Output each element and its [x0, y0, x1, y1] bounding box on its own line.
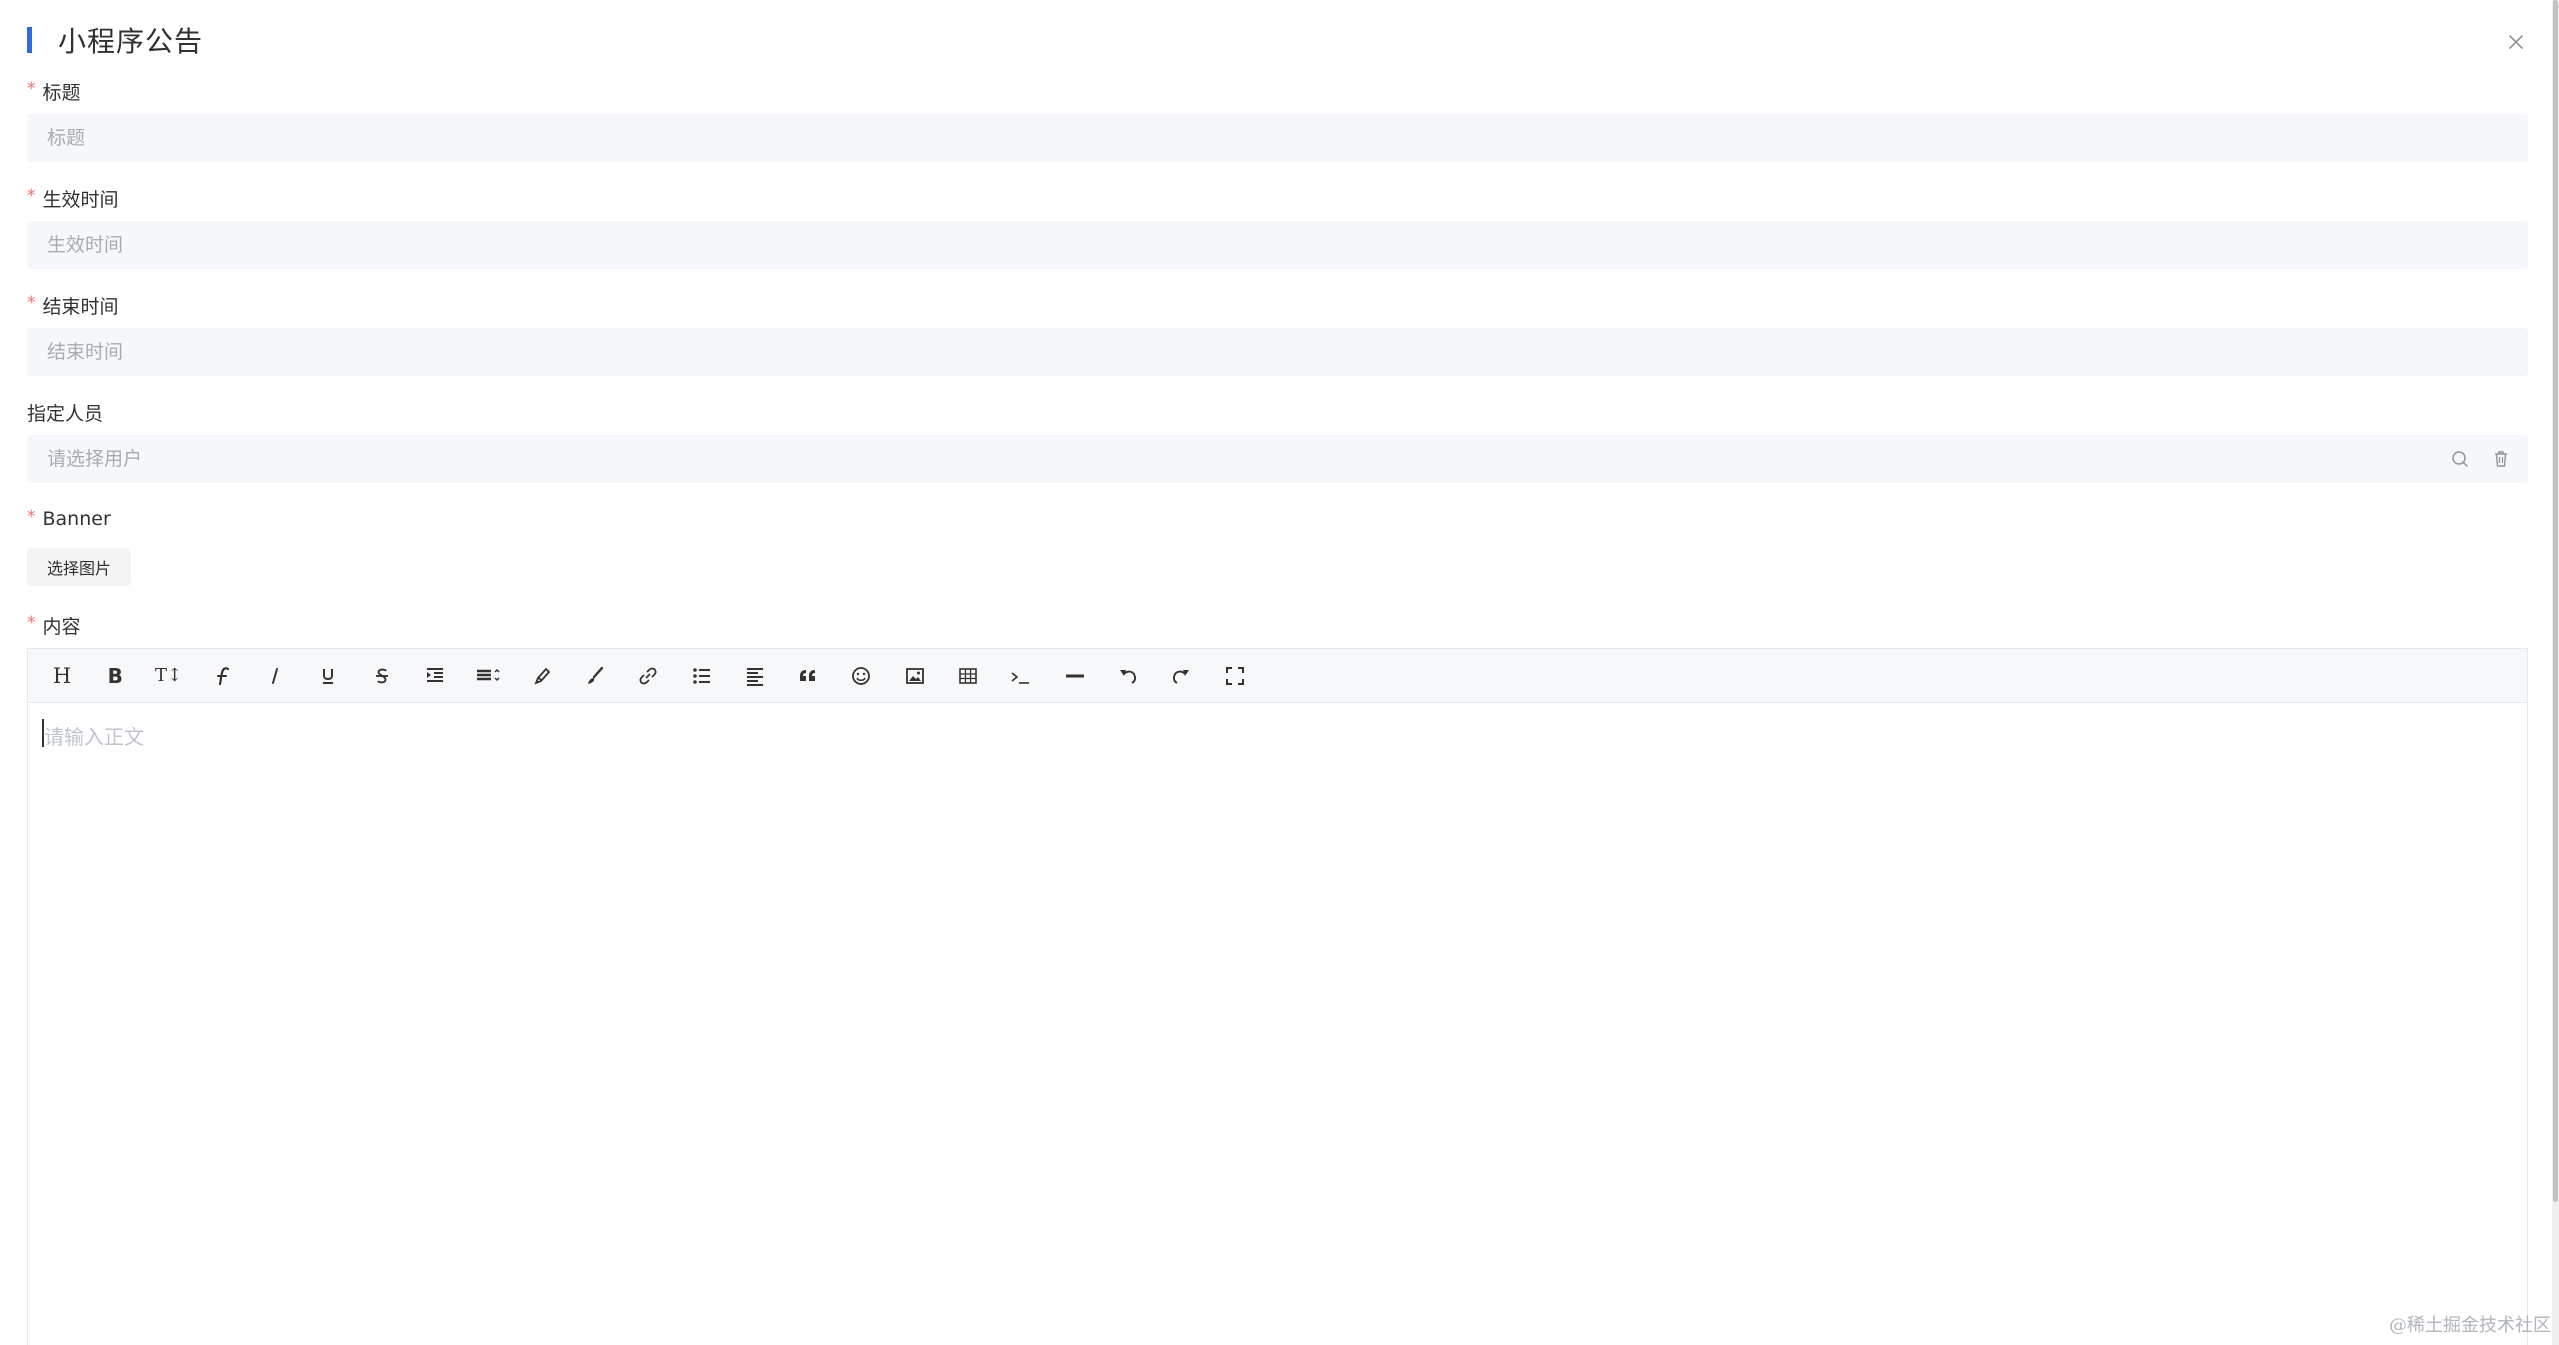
- editor-toolbar: H B T↕: [28, 649, 2527, 703]
- list-icon: [692, 667, 710, 684]
- required-mark: *: [27, 293, 36, 313]
- vertical-scrollbar[interactable]: [2552, 0, 2559, 1345]
- required-mark: *: [27, 79, 36, 99]
- toolbar-strikethrough-button[interactable]: [369, 663, 395, 689]
- dialog-title: 小程序公告: [58, 25, 204, 58]
- form-label-assignee: 指定人员: [27, 397, 2528, 427]
- scrollbar-thumb[interactable]: [2553, 0, 2558, 1202]
- title-input[interactable]: [27, 114, 2528, 162]
- assignee-input[interactable]: [27, 435, 2528, 483]
- underline-icon: [323, 668, 334, 684]
- bold-icon: B: [107, 663, 123, 688]
- divider-icon: [1065, 674, 1084, 677]
- toolbar-font-size-button[interactable]: T↕: [155, 663, 183, 689]
- toolbar-font-family-button[interactable]: [209, 663, 235, 689]
- end-time-input[interactable]: [27, 328, 2528, 376]
- trash-icon: [2495, 451, 2507, 467]
- required-mark: *: [27, 613, 36, 633]
- toolbar-text-color-button[interactable]: [529, 663, 555, 689]
- quote-icon: [800, 669, 816, 681]
- toolbar-fullscreen-button[interactable]: [1222, 663, 1248, 689]
- form-item-banner: * Banner 选择图片: [27, 504, 2528, 586]
- watermark: @稀土掘金技术社区: [2389, 1315, 2551, 1336]
- label-text: 指定人员: [27, 402, 104, 425]
- toolbar-image-button[interactable]: [902, 663, 928, 689]
- label-text: Banner: [42, 508, 111, 530]
- clear-button[interactable]: [2489, 447, 2513, 471]
- toolbar-table-button[interactable]: [955, 663, 981, 689]
- label-text: 标题: [42, 81, 81, 104]
- label-text: 生效时间: [42, 188, 119, 211]
- background-color-icon: [587, 666, 604, 684]
- start-time-input[interactable]: [27, 221, 2528, 269]
- toolbar-italic-button[interactable]: [262, 663, 288, 689]
- toolbar-emoticon-button[interactable]: [848, 663, 874, 689]
- announcement-dialog: 小程序公告 * 标题 * 生效时间 * 结束时间 指定人员: [0, 0, 2552, 1345]
- toolbar-background-color-button[interactable]: [582, 663, 608, 689]
- toolbar-redo-button[interactable]: [1168, 663, 1194, 689]
- dialog-header: 小程序公告: [27, 18, 203, 62]
- code-icon: [1011, 671, 1030, 684]
- close-button[interactable]: [2502, 28, 2530, 56]
- form-label-title: * 标题: [27, 76, 2528, 106]
- table-icon: [959, 667, 977, 684]
- required-mark: *: [27, 186, 36, 206]
- form-item-content: * 内容: [27, 610, 2528, 640]
- toolbar-justify-button[interactable]: [742, 663, 768, 689]
- toolbar-divider-button[interactable]: [1062, 663, 1088, 689]
- image-icon: [905, 667, 924, 684]
- font-family-icon: [216, 666, 229, 685]
- form-item-start-time: * 生效时间: [27, 183, 2528, 269]
- required-mark: *: [27, 507, 36, 527]
- rich-text-editor: H B T↕ 请输入正文: [27, 648, 2528, 1345]
- search-icon: [2452, 451, 2468, 467]
- undo-icon: [1119, 669, 1136, 684]
- select-image-button[interactable]: 选择图片: [27, 548, 131, 586]
- font-size-icon: T↕: [155, 665, 183, 686]
- fullscreen-icon: [1225, 666, 1244, 685]
- emoticon-icon: [852, 666, 871, 685]
- assignee-select: [27, 435, 2528, 483]
- label-text: 结束时间: [42, 295, 119, 318]
- text-color-icon: [534, 667, 550, 685]
- justify-icon: [746, 667, 763, 686]
- form-label-banner: * Banner: [27, 504, 2528, 534]
- italic-icon: [272, 667, 279, 684]
- form-label-end-time: * 结束时间: [27, 290, 2528, 320]
- redo-icon: [1173, 669, 1190, 684]
- line-height-icon: [477, 668, 500, 681]
- toolbar-link-button[interactable]: [635, 663, 661, 689]
- indent-icon: [427, 667, 444, 682]
- toolbar-quote-button[interactable]: [795, 663, 821, 689]
- toolbar-code-button[interactable]: [1008, 663, 1034, 689]
- search-button[interactable]: [2448, 447, 2472, 471]
- link-icon: [639, 667, 657, 684]
- toolbar-line-height-button[interactable]: [475, 663, 501, 689]
- close-icon: [2509, 35, 2523, 49]
- form-item-assignee: 指定人员: [27, 397, 2528, 483]
- editor-content-area[interactable]: 请输入正文: [40, 713, 2527, 1345]
- form-label-content: * 内容: [27, 610, 2528, 640]
- title-accent-bar: [27, 27, 32, 53]
- form-label-start-time: * 生效时间: [27, 183, 2528, 213]
- form-item-title: * 标题: [27, 76, 2528, 162]
- label-text: 内容: [42, 615, 81, 638]
- toolbar-bold-button[interactable]: B: [102, 663, 128, 689]
- toolbar-undo-button[interactable]: [1115, 663, 1141, 689]
- strikethrough-icon: [375, 668, 388, 683]
- toolbar-list-button[interactable]: [689, 663, 715, 689]
- editor-placeholder: 请输入正文: [44, 725, 144, 749]
- form-item-end-time: * 结束时间: [27, 290, 2528, 376]
- toolbar-indent-button[interactable]: [422, 663, 448, 689]
- toolbar-heading-button[interactable]: H: [49, 663, 75, 689]
- toolbar-underline-button[interactable]: [315, 663, 341, 689]
- heading-icon: H: [52, 663, 72, 688]
